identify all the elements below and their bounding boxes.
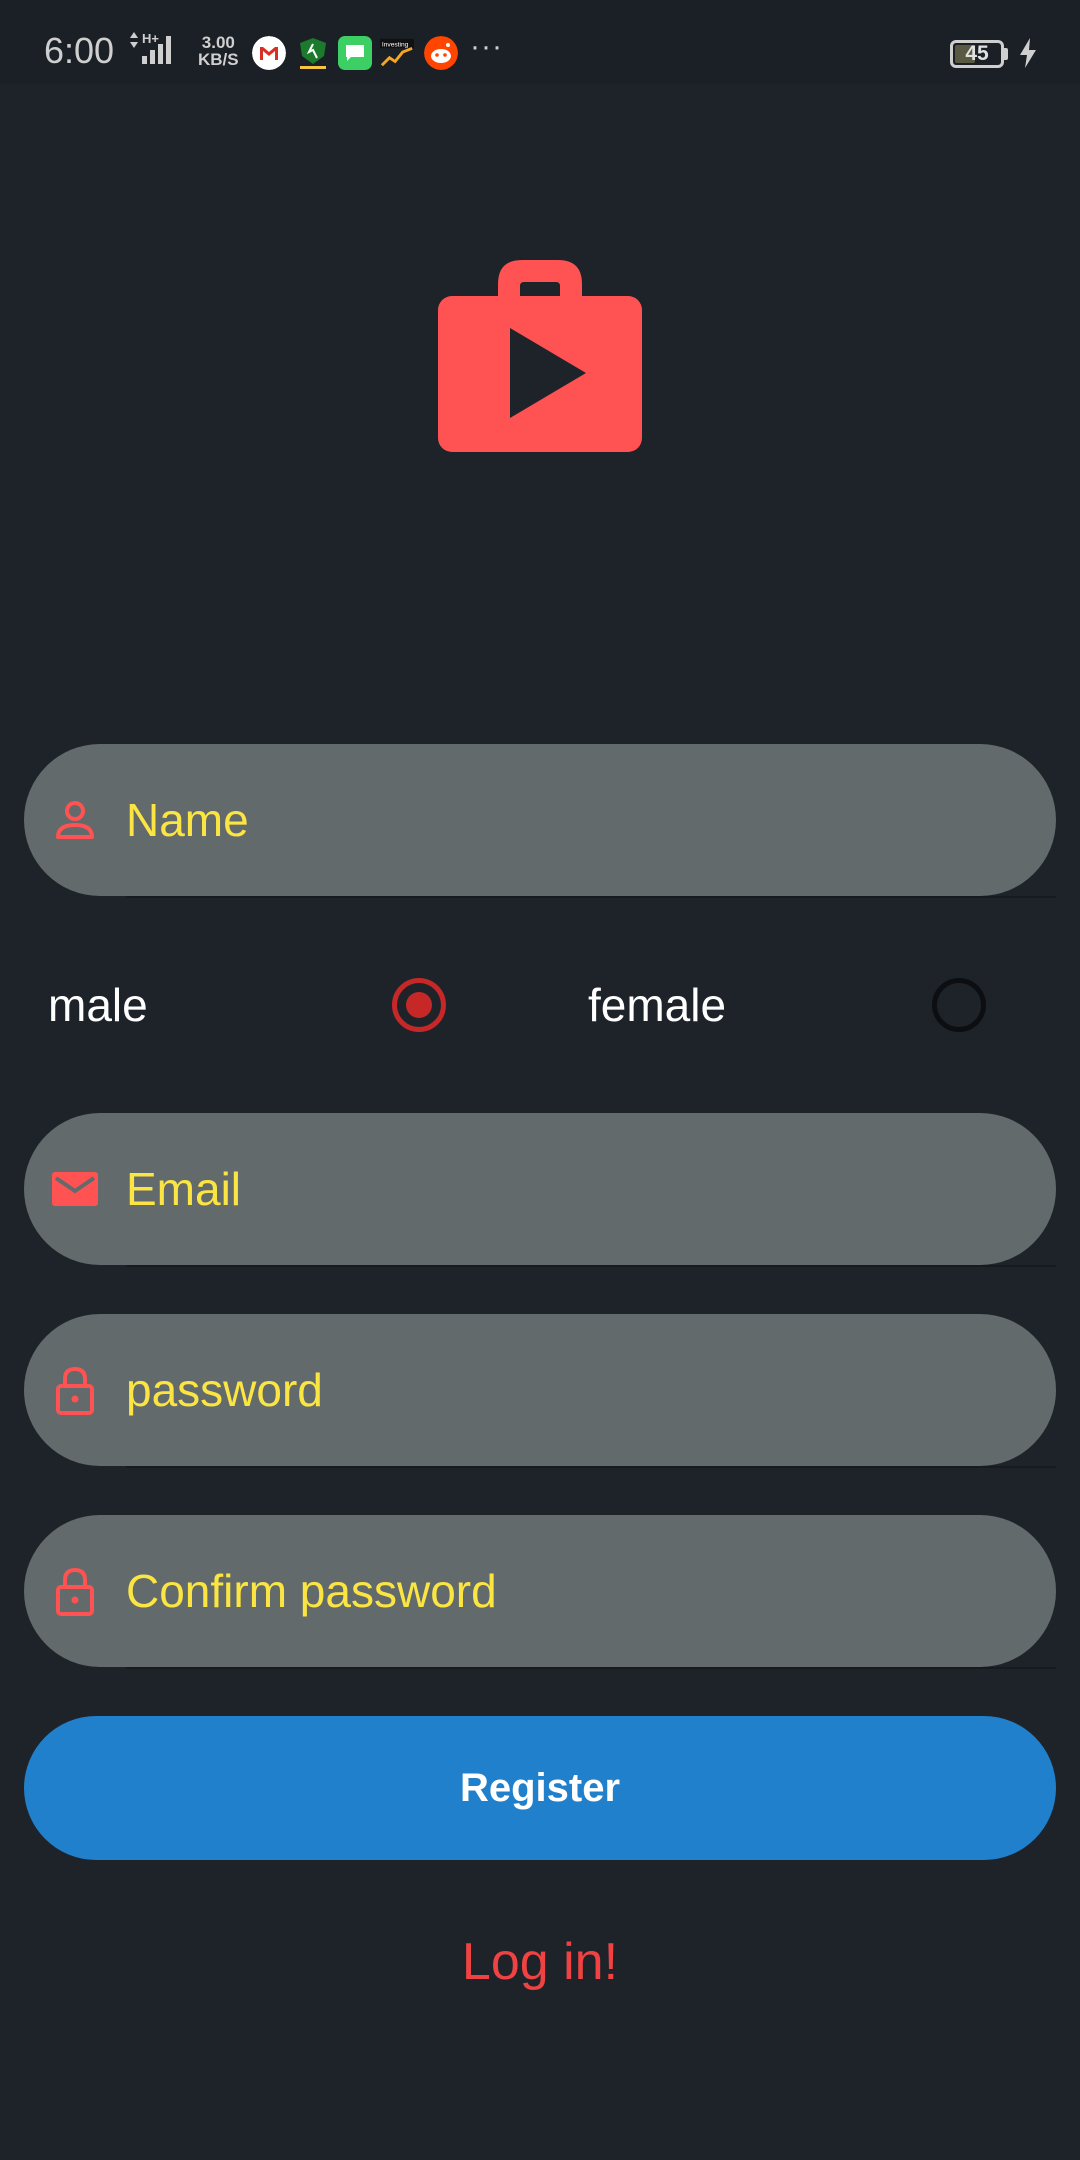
field-underline: [126, 1667, 1056, 1669]
lock-icon: [56, 1567, 94, 1616]
battery-level: 45: [965, 42, 989, 65]
person-icon: [56, 801, 94, 839]
name-field[interactable]: Name: [24, 744, 1056, 898]
battery-icon: 45: [950, 40, 1004, 68]
login-link[interactable]: Log in!: [0, 1932, 1080, 1992]
speed-unit: KB/S: [198, 50, 239, 69]
status-time: 6:00: [44, 30, 115, 71]
mail-icon: [52, 1172, 98, 1206]
confirm-password-placeholder: Confirm password: [126, 1565, 497, 1617]
battery-tip: [1004, 48, 1008, 60]
investing-icon: Investing: [380, 38, 414, 67]
network-speed: 3.00 KB/S: [198, 34, 239, 68]
female-radio[interactable]: [932, 978, 986, 1032]
confirm-password-field[interactable]: Confirm password: [24, 1515, 1056, 1669]
signal-icon: H+: [130, 31, 171, 64]
lock-icon: [56, 1366, 94, 1415]
gender-label-female: female: [588, 979, 727, 1031]
messages-icon: [338, 36, 372, 70]
male-radio[interactable]: [392, 978, 446, 1032]
password-field[interactable]: password: [24, 1314, 1056, 1468]
svg-text:Investing: Investing: [382, 41, 409, 48]
register-button[interactable]: Register: [24, 1716, 1056, 1860]
reddit-icon: [424, 36, 458, 70]
shield-app-icon: [300, 38, 326, 69]
name-placeholder: Name: [126, 794, 249, 846]
field-underline: [126, 896, 1056, 898]
gmail-icon: [252, 36, 286, 70]
more-notifications-icon: ···: [470, 30, 503, 63]
speed-value: 3.00: [201, 33, 235, 52]
charging-bolt-icon: [1020, 38, 1036, 68]
field-underline: [126, 1466, 1056, 1468]
field-underline: [126, 1265, 1056, 1267]
shopping-bag-play-icon: [438, 260, 642, 452]
svg-text:H+: H+: [142, 31, 159, 46]
password-placeholder: password: [126, 1364, 323, 1416]
status-bar: 6:00 H+ 3.00 KB/S Investing ··· 45: [0, 0, 1080, 84]
email-placeholder: Email: [126, 1163, 242, 1215]
email-field[interactable]: Email: [24, 1113, 1056, 1267]
gender-label-male: male: [48, 979, 148, 1031]
